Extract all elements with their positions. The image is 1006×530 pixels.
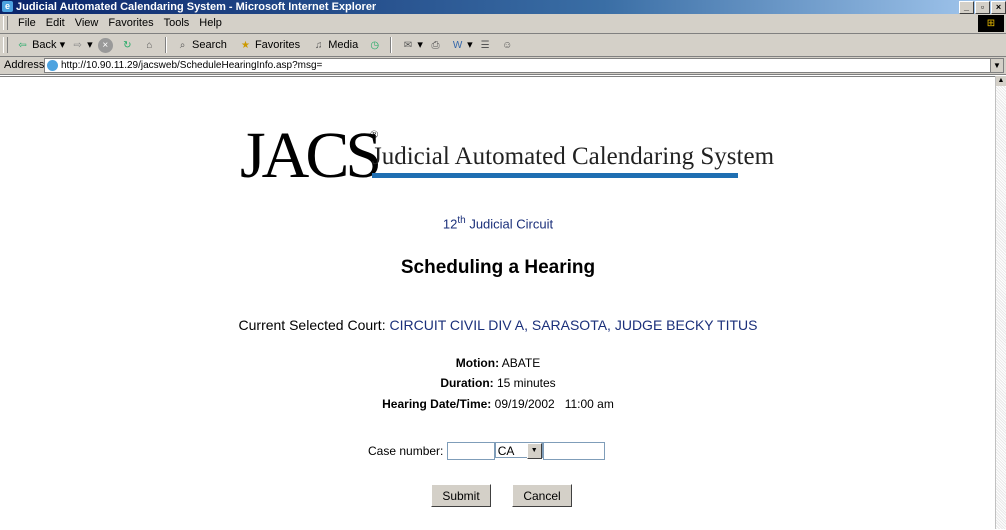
refresh-icon: ↻ bbox=[123, 39, 132, 51]
window-titlebar: e Judicial Automated Calendaring System -… bbox=[0, 0, 1006, 14]
refresh-button[interactable]: ↻ bbox=[118, 34, 137, 56]
toolbar-grip bbox=[3, 16, 8, 30]
vertical-scrollbar[interactable]: ▲ bbox=[995, 76, 1006, 529]
stop-icon: × bbox=[97, 37, 113, 53]
page-title: Scheduling a Hearing bbox=[400, 257, 596, 278]
window-title: Judicial Automated Calendaring System - … bbox=[16, 1, 377, 13]
duration-label: Duration: bbox=[440, 376, 494, 390]
chevron-down-icon[interactable]: ▼ bbox=[526, 443, 542, 459]
duration-row: Duration: 15 minutes bbox=[0, 376, 996, 390]
media-button[interactable]: ♫ Media bbox=[309, 34, 358, 56]
address-input[interactable]: http://10.90.11.29/jacsweb/ScheduleHeari… bbox=[44, 58, 1004, 73]
toolbar-separator bbox=[390, 37, 393, 53]
cancel-button[interactable]: Cancel bbox=[512, 484, 572, 507]
close-button[interactable]: × bbox=[991, 1, 1006, 14]
messenger-button[interactable]: ☺ bbox=[498, 34, 517, 56]
logo-mark: JACS bbox=[240, 119, 382, 192]
discuss-icon: ☰ bbox=[480, 39, 490, 51]
circuit-text: Judicial Circuit bbox=[469, 216, 554, 232]
datetime-value: 09/19/2002 11:00 am bbox=[494, 397, 614, 411]
messenger-icon: ☺ bbox=[502, 39, 513, 51]
search-label: Search bbox=[192, 39, 227, 51]
logo-registered: ® bbox=[370, 129, 379, 141]
print-icon: ⎙ bbox=[431, 39, 440, 51]
case-number-label: Case number: bbox=[368, 444, 444, 458]
page-content: JACS ® Judicial Automated Calendaring Sy… bbox=[0, 76, 996, 530]
logo-underline bbox=[372, 173, 738, 178]
address-bar: Address http://10.90.11.29/jacsweb/Sched… bbox=[0, 57, 1006, 75]
court-label: Current Selected Court: bbox=[238, 317, 386, 333]
scroll-up-icon[interactable]: ▲ bbox=[996, 76, 1006, 86]
favorites-icon: ★ bbox=[240, 39, 250, 51]
history-button[interactable]: ◷ bbox=[365, 34, 384, 56]
media-label: Media bbox=[328, 39, 359, 51]
search-button[interactable]: ⌕ Search bbox=[173, 34, 227, 56]
edit-icon: W bbox=[452, 39, 463, 51]
case-type-select[interactable]: CA ▼ bbox=[494, 442, 543, 459]
toolbar-separator bbox=[164, 37, 167, 53]
circuit-title: 12th Judicial Circuit bbox=[0, 215, 996, 231]
favorites-button[interactable]: ★ Favorites bbox=[236, 34, 300, 56]
datetime-row: Hearing Date/Time: 09/19/2002 11:00 am bbox=[0, 397, 996, 411]
court-value: CIRCUIT CIVIL DIV A, SARASOTA, JUDGE BEC… bbox=[389, 317, 758, 333]
case-number-row: Case number: CA ▼ bbox=[368, 442, 605, 460]
duration-value: 15 minutes bbox=[496, 376, 556, 390]
menu-tools[interactable]: Tools bbox=[164, 17, 190, 29]
back-arrow-icon: ⇦ bbox=[18, 39, 27, 51]
search-icon: ⌕ bbox=[179, 39, 186, 51]
case-sequence-input[interactable] bbox=[542, 442, 605, 460]
print-button[interactable]: ⎙ bbox=[426, 34, 445, 56]
case-type-value: CA bbox=[497, 444, 515, 458]
back-label: Back bbox=[32, 39, 57, 51]
home-button[interactable]: ⌂ bbox=[140, 34, 159, 56]
edit-button[interactable]: W ▾ bbox=[448, 34, 473, 56]
toolbar-grip bbox=[3, 37, 8, 53]
motion-label: Motion: bbox=[455, 356, 500, 370]
home-icon: ⌂ bbox=[146, 39, 153, 51]
back-button[interactable]: ⇦ Back ▾ bbox=[13, 34, 65, 56]
ie-icon: e bbox=[2, 1, 13, 12]
current-court: Current Selected Court: CIRCUIT CIVIL DI… bbox=[0, 317, 996, 333]
page-icon bbox=[47, 60, 58, 71]
discuss-button[interactable]: ☰ bbox=[476, 34, 495, 56]
menu-help[interactable]: Help bbox=[199, 17, 222, 29]
mail-icon: ✉ bbox=[403, 39, 413, 51]
circuit-number: 12 bbox=[442, 216, 458, 232]
favorites-label: Favorites bbox=[254, 39, 301, 51]
mail-button[interactable]: ✉ ▾ bbox=[398, 34, 423, 56]
menu-file[interactable]: File bbox=[18, 17, 36, 29]
circuit-suffix: th bbox=[457, 215, 466, 226]
logo-tagline: Judicial Automated Calendaring System bbox=[372, 143, 775, 170]
motion-value: ABATE bbox=[501, 356, 541, 370]
windows-logo-icon: ⊞ bbox=[978, 15, 1004, 32]
forward-button[interactable]: ⇨ ▾ bbox=[68, 34, 92, 56]
menu-favorites[interactable]: Favorites bbox=[108, 17, 153, 29]
address-label: Address bbox=[4, 59, 45, 71]
stop-button[interactable]: × bbox=[96, 34, 115, 56]
history-icon: ◷ bbox=[370, 39, 380, 51]
address-dropdown-icon[interactable]: ▼ bbox=[990, 59, 1003, 72]
standard-toolbar: ⇦ Back ▾ ⇨ ▾ × ↻ ⌂ ⌕ Search ★ Favorites ♫ Med… bbox=[0, 34, 1006, 57]
datetime-label: Hearing Date/Time: bbox=[382, 397, 492, 411]
menu-edit[interactable]: Edit bbox=[46, 17, 65, 29]
maximize-button[interactable]: ▫ bbox=[975, 1, 990, 14]
window-controls: _ ▫ × bbox=[958, 1, 1006, 15]
address-url: http://10.90.11.29/jacsweb/ScheduleHeari… bbox=[61, 60, 323, 71]
motion-row: Motion: ABATE bbox=[0, 356, 996, 370]
submit-button[interactable]: Submit bbox=[431, 484, 491, 507]
jacs-logo: JACS ® Judicial Automated Calendaring Sy… bbox=[240, 119, 774, 192]
minimize-button[interactable]: _ bbox=[959, 1, 974, 14]
menu-bar: File Edit View Favorites Tools Help ⊞ bbox=[0, 14, 1006, 34]
media-icon: ♫ bbox=[315, 39, 323, 51]
menu-view[interactable]: View bbox=[75, 17, 99, 29]
case-year-input[interactable] bbox=[446, 442, 495, 460]
forward-arrow-icon: ⇨ bbox=[73, 39, 82, 51]
